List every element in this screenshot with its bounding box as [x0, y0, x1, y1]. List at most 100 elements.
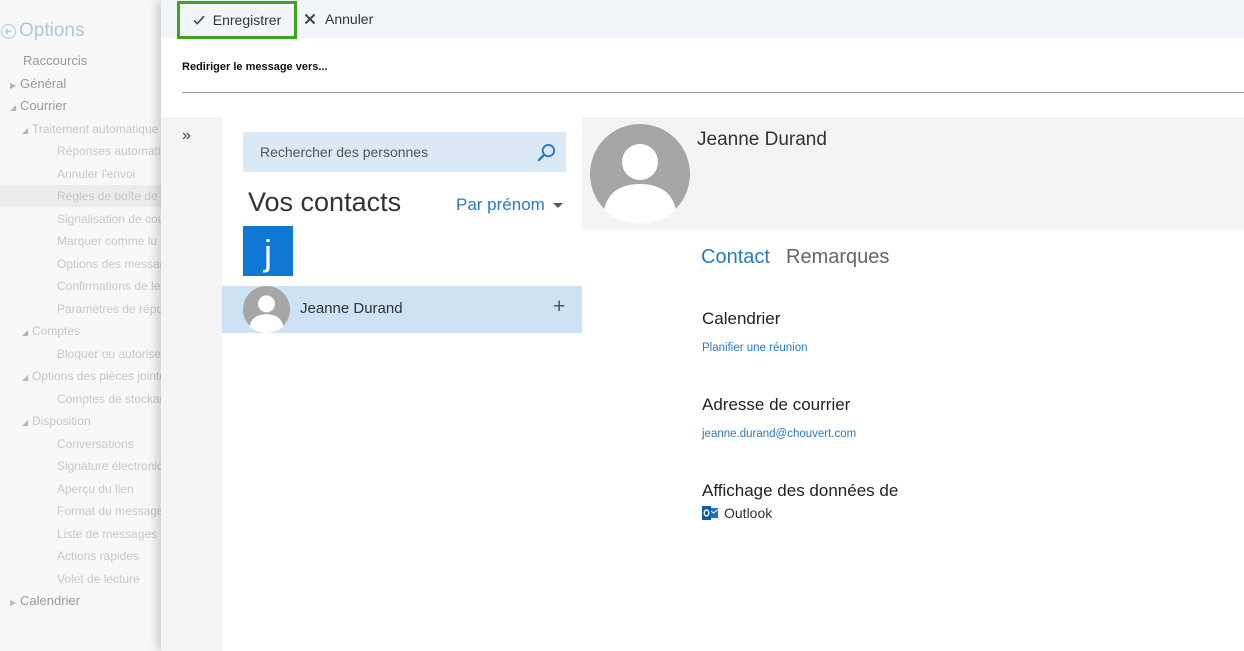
- save-button[interactable]: Enregistrer: [177, 1, 297, 39]
- options-nav-item-label: Options des messages: [57, 256, 170, 271]
- options-title[interactable]: Options: [0, 20, 84, 42]
- sort-dropdown-label: Par prénom: [456, 195, 545, 214]
- save-button-label: Enregistrer: [212, 12, 282, 28]
- options-title-label: Options: [19, 20, 85, 41]
- data-source: Outlook: [702, 505, 772, 521]
- chevron-down-icon[interactable]: ◢: [22, 120, 32, 142]
- search-box: [243, 132, 566, 172]
- contact-detail-pane: Jeanne Durand Contact Remarques Calendri…: [582, 117, 1244, 651]
- options-nav-item[interactable]: Volet de lecture: [0, 568, 170, 590]
- options-nav-item-label: Options des pièces jointes: [32, 369, 170, 383]
- options-nav-item-label: Calendrier: [20, 593, 80, 608]
- options-nav-item[interactable]: Annuler l'envoi: [0, 163, 170, 185]
- options-nav-item[interactable]: Conversations: [0, 433, 170, 455]
- options-nav-item-label: Courrier: [20, 98, 67, 113]
- chevron-down-icon[interactable]: ◢: [10, 97, 20, 119]
- options-nav-item[interactable]: ▶ Calendrier: [0, 590, 170, 612]
- options-nav-item-label: Règles de boîte de réception: [57, 189, 170, 203]
- options-nav-item[interactable]: Paramètres de réponse: [0, 298, 170, 320]
- add-contact-button[interactable]: +: [553, 295, 565, 319]
- options-nav-item[interactable]: Actions rapides: [0, 545, 170, 567]
- options-nav-item-label: Liste de messages: [57, 526, 158, 541]
- data-source-name: Outlook: [724, 505, 773, 521]
- search-input[interactable]: [260, 144, 520, 160]
- contacts-list-pane: Vos contacts Par prénom j Jeanne Durand …: [222, 117, 583, 651]
- options-nav: Options Raccourcis ▶ Général ◢ Courrier ◢ Trai…: [0, 0, 170, 651]
- options-nav-item-label: Général: [20, 75, 67, 91]
- options-nav-item[interactable]: ◢ Courrier: [0, 95, 170, 117]
- letter-index-tile[interactable]: j: [243, 226, 293, 276]
- options-nav-item[interactable]: Bloquer ou autoriser: [0, 343, 170, 365]
- options-nav-item-label: Signalisation de courrier: [57, 211, 170, 226]
- options-nav-item[interactable]: Comptes de stockage: [0, 388, 170, 410]
- chevron-right-icon[interactable]: ▶: [10, 592, 20, 614]
- options-nav-item-label: Actions rapides: [57, 549, 140, 563]
- options-nav-item[interactable]: ◢ Comptes: [0, 320, 170, 342]
- contacts-heading: Vos contacts: [248, 187, 402, 217]
- options-nav-item[interactable]: Signalisation de courrier: [0, 208, 170, 230]
- options-nav-item[interactable]: Raccourcis: [0, 50, 170, 72]
- expand-button[interactable]: »: [182, 127, 191, 145]
- options-nav-item[interactable]: Confirmations de lecture: [0, 275, 170, 297]
- chevron-down-icon[interactable]: ◢: [22, 367, 32, 389]
- email-link[interactable]: jeanne.durand@chouvert.com: [702, 428, 856, 440]
- options-nav-item[interactable]: Format du message: [0, 500, 170, 522]
- close-icon: [304, 13, 316, 25]
- options-nav-item[interactable]: Options des messages: [0, 253, 170, 275]
- options-nav-item-label: Raccourcis: [23, 53, 88, 68]
- options-nav-item-label: Aperçu du lien: [57, 481, 134, 496]
- search-icon[interactable]: [537, 143, 556, 162]
- calendar-heading: Calendrier: [702, 309, 781, 328]
- contact-list-item[interactable]: Jeanne Durand +: [222, 286, 582, 333]
- options-nav-item-label: Annuler l'envoi: [57, 166, 136, 181]
- options-nav-item-label: Traitement automatique: [32, 121, 159, 136]
- options-nav-item-label: Réponses automatiques: [57, 144, 170, 158]
- options-nav-item-label: Volet de lecture: [57, 571, 140, 586]
- options-nav-item-label: Confirmations de lecture: [57, 279, 170, 293]
- options-nav-item[interactable]: ▶ Général: [0, 73, 170, 95]
- contact-name: Jeanne Durand: [300, 300, 403, 317]
- options-nav-item[interactable]: Réponses automatiques: [0, 140, 170, 162]
- avatar: [243, 286, 290, 333]
- data-source-heading: Affichage des données de: [702, 481, 899, 500]
- sort-dropdown[interactable]: Par prénom: [456, 195, 563, 215]
- options-nav-item-label: Disposition: [32, 414, 91, 428]
- options-nav-item-label: Comptes: [32, 324, 81, 338]
- options-nav-item-label: Format du message: [57, 504, 164, 518]
- tab-contact[interactable]: Contact: [701, 246, 770, 269]
- options-nav-item-label: Comptes de stockage: [57, 391, 170, 406]
- recipient-input-line[interactable]: [182, 92, 1244, 93]
- options-nav-item-label: Bloquer ou autoriser: [57, 346, 166, 361]
- checkmark-icon: [193, 15, 205, 25]
- cancel-button[interactable]: Annuler: [304, 6, 373, 32]
- options-nav-item-label: Marquer comme lu: [57, 234, 158, 248]
- options-nav-item[interactable]: Règles de boîte de réception: [0, 185, 170, 207]
- chevron-down-icon: [552, 203, 563, 208]
- chevron-down-icon[interactable]: ◢: [22, 322, 32, 344]
- options-nav-item-label: Signature électronique: [57, 459, 170, 473]
- redirect-label: Rediriger le message vers...: [182, 61, 328, 73]
- options-nav-item-label: Conversations: [57, 436, 134, 451]
- options-nav-item-label: Paramètres de réponse: [57, 301, 170, 316]
- email-heading: Adresse de courrier: [702, 395, 851, 414]
- tab-notes[interactable]: Remarques: [786, 246, 889, 269]
- expand-strip: »: [161, 117, 222, 651]
- toolbar: Enregistrer Annuler: [161, 0, 1244, 39]
- outlook-icon: [702, 506, 718, 520]
- options-nav-item[interactable]: Marquer comme lu: [0, 230, 170, 252]
- contact-detail-name: Jeanne Durand: [697, 129, 827, 150]
- contact-header: Jeanne Durand: [582, 117, 1244, 230]
- options-nav-item[interactable]: ◢ Disposition: [0, 410, 170, 432]
- options-nav-item[interactable]: ◢ Traitement automatique: [0, 118, 170, 140]
- cancel-button-label: Annuler: [325, 11, 374, 27]
- schedule-meeting-link[interactable]: Planifier une réunion: [702, 342, 808, 354]
- chevron-down-icon[interactable]: ◢: [22, 412, 32, 434]
- options-nav-item[interactable]: Aperçu du lien: [0, 478, 170, 500]
- chevron-right-icon[interactable]: ▶: [10, 75, 20, 97]
- options-nav-item[interactable]: ◢ Options des pièces jointes: [0, 365, 170, 387]
- redirect-panel: Enregistrer Annuler Rediriger le message…: [161, 0, 1244, 651]
- options-nav-item[interactable]: Signature électronique: [0, 455, 170, 477]
- options-nav-item[interactable]: Liste de messages: [0, 523, 170, 545]
- avatar: [590, 124, 690, 224]
- back-arrow-icon[interactable]: [1, 23, 16, 39]
